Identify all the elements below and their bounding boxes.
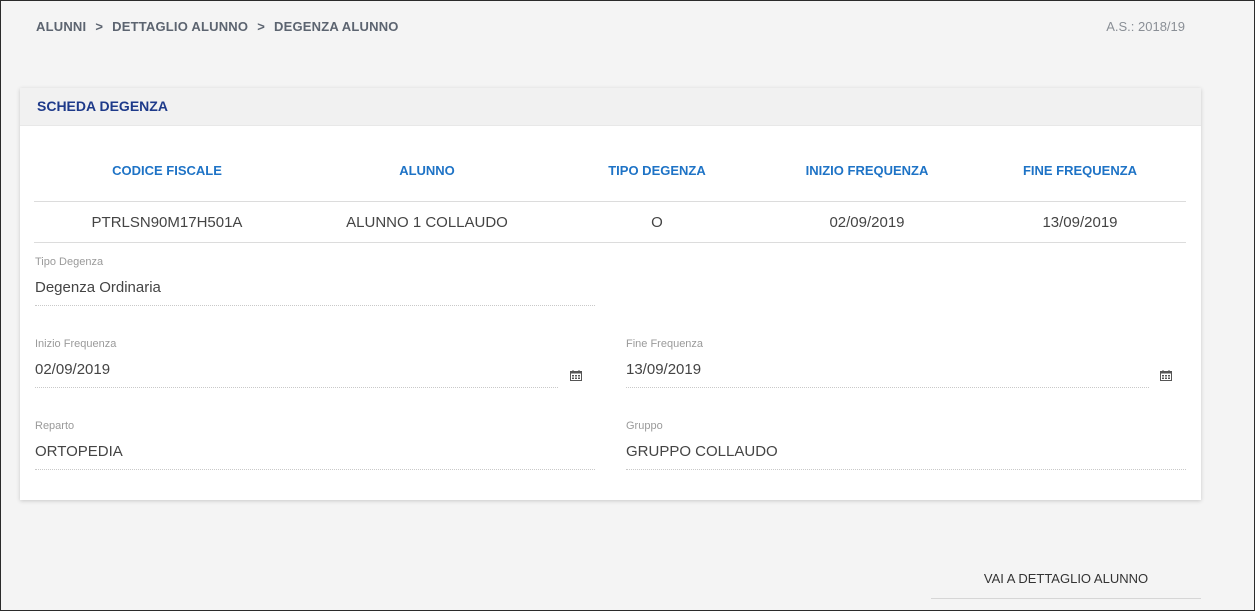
column-header-codice-fiscale: CODICE FISCALE (112, 163, 222, 178)
cell-codice-fiscale: PTRLSN90M17H501A (91, 213, 243, 231)
gruppo-value[interactable]: GRUPPO COLLAUDO (626, 443, 1186, 470)
column-header-alunno: ALUNNO (399, 163, 455, 178)
table-header-row: CODICE FISCALE ALUNNO TIPO DEGENZA INIZI… (34, 148, 1186, 202)
cell-alunno: ALUNNO 1 COLLAUDO (346, 213, 508, 231)
fine-frequenza-label: Fine Frequenza (626, 338, 704, 350)
column-header-fine-frequenza: FINE FREQUENZA (1022, 163, 1138, 178)
cell-fine-frequenza: 13/09/2019 (1042, 213, 1118, 231)
breadcrumb-dettaglio-alunno[interactable]: DETTAGLIO ALUNNO (112, 19, 248, 34)
school-year-label: A.S.: 2018/19 (1106, 19, 1185, 34)
column-header-tipo-degenza: TIPO DEGENZA (608, 163, 706, 178)
gruppo-field: Gruppo GRUPPO COLLAUDO (626, 420, 1186, 470)
breadcrumb: ALUNNI > DETTAGLIO ALUNNO > DEGENZA ALUNNO (36, 19, 399, 34)
breadcrumb-separator: > (257, 19, 265, 34)
cell-inizio-frequenza: 02/09/2019 (829, 213, 905, 231)
calendar-icon[interactable] (1160, 370, 1172, 381)
card-title: SCHEDA DEGENZA (37, 98, 168, 114)
reparto-value[interactable]: ORTOPEDIA (35, 443, 595, 470)
card-header (20, 88, 1201, 126)
tipo-degenza-label: Tipo Degenza (35, 256, 104, 268)
breadcrumb-degenza-alunno: DEGENZA ALUNNO (273, 19, 399, 34)
calendar-icon[interactable] (570, 370, 582, 381)
inizio-frequenza-input[interactable]: 02/09/2019 (35, 361, 558, 388)
reparto-field: Reparto ORTOPEDIA (35, 420, 595, 470)
gruppo-label: Gruppo (626, 420, 663, 432)
page-frame: ALUNNI > DETTAGLIO ALUNNO > DEGENZA ALUNNO A… (0, 0, 1255, 611)
column-header-inizio-frequenza: INIZIO FREQUENZA (805, 163, 929, 178)
scheda-degenza-card: SCHEDA DEGENZA CODICE FISCALE ALUNNO TIP… (20, 88, 1201, 500)
fine-frequenza-input[interactable]: 13/09/2019 (626, 361, 1149, 388)
vai-a-dettaglio-alunno-button[interactable]: VAI A DETTAGLIO ALUNNO (931, 571, 1201, 599)
breadcrumb-separator: > (95, 19, 104, 34)
reparto-label: Reparto (35, 420, 75, 432)
fine-frequenza-field: Fine Frequenza 13/09/2019 (626, 338, 1149, 388)
table-row[interactable]: PTRLSN90M17H501A ALUNNO 1 COLLAUDO O 02/… (34, 202, 1186, 243)
tipo-degenza-value[interactable]: Degenza Ordinaria (35, 279, 595, 306)
inizio-frequenza-label: Inizio Frequenza (35, 338, 117, 350)
degenza-table: CODICE FISCALE ALUNNO TIPO DEGENZA INIZI… (34, 148, 1186, 243)
cell-tipo-degenza: O (651, 213, 663, 231)
tipo-degenza-field: Tipo Degenza Degenza Ordinaria (35, 256, 595, 306)
breadcrumb-alunni[interactable]: ALUNNI (36, 19, 86, 34)
inizio-frequenza-field: Inizio Frequenza 02/09/2019 (35, 338, 558, 388)
